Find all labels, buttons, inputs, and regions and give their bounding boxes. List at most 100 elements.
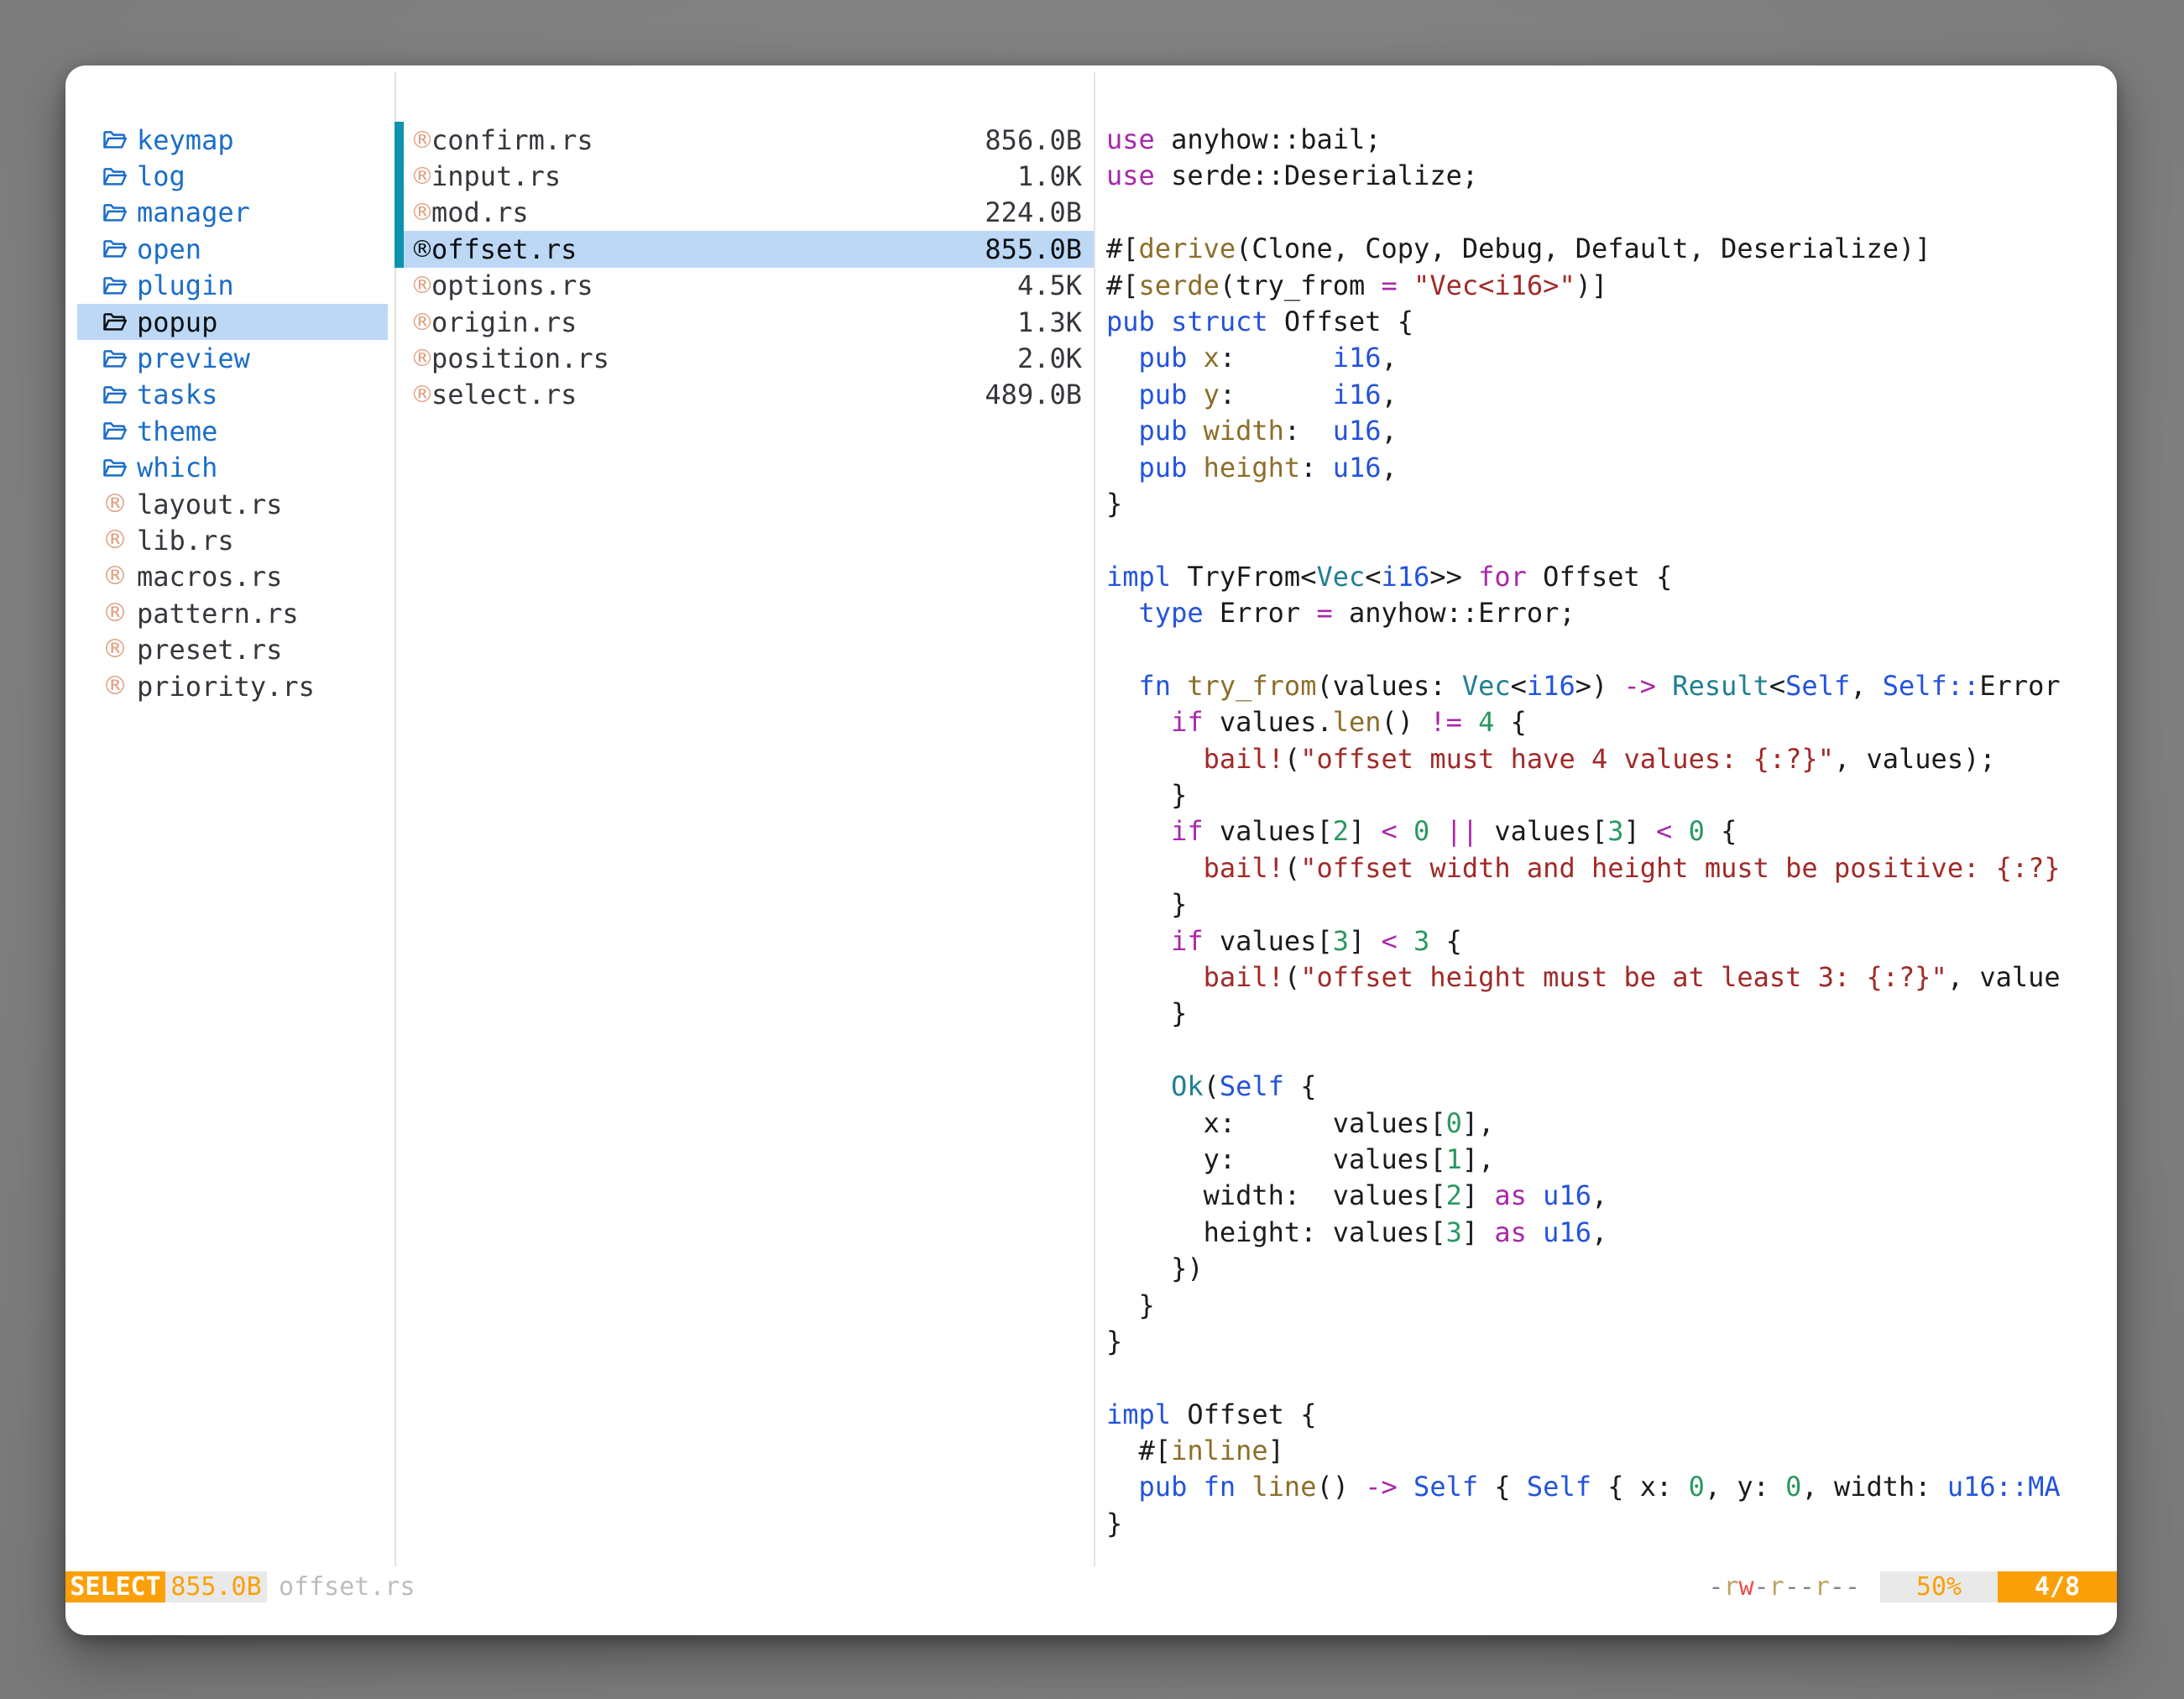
sidebar-item-which[interactable]: which [77, 450, 388, 486]
code-line: } [1106, 1506, 2107, 1542]
code-line: Ok(Self { [1106, 1069, 2107, 1105]
rust-file-icon: ® [410, 201, 431, 224]
folder-icon [102, 238, 137, 259]
cursor-position-badge: 4/8 [1998, 1571, 2117, 1602]
mode-badge: SELECT [65, 1571, 165, 1602]
sidebar-item-preset-rs[interactable]: ®preset.rs [77, 631, 388, 667]
rust-file-icon: ® [410, 274, 431, 297]
code-line: use serde::Deserialize; [1106, 158, 2107, 194]
sidebar-item-label: preset.rs [137, 634, 282, 666]
file-row-select-rs[interactable]: ®select.rs489.0B [404, 377, 1094, 413]
file-row-offset-rs[interactable]: ®offset.rs855.0B [404, 231, 1094, 267]
folder-icon [102, 421, 137, 442]
code-line: }) [1106, 1251, 2107, 1287]
folder-icon [102, 311, 137, 332]
code-line: pub x: i16, [1106, 340, 2107, 376]
pane-divider-right [1094, 72, 1095, 1566]
sidebar-item-preview[interactable]: preview [77, 340, 388, 376]
file-row-origin-rs[interactable]: ®origin.rs1.3K [404, 304, 1094, 340]
file-size: 856.0B [985, 124, 1082, 156]
folder-icon [102, 457, 137, 478]
code-line: pub y: i16, [1106, 377, 2107, 413]
code-line: #[inline] [1106, 1433, 2107, 1469]
code-line: bail!("offset height must be at least 3:… [1106, 959, 2107, 996]
sidebar-item-open[interactable]: open [77, 231, 388, 267]
file-name: input.rs [431, 160, 561, 192]
sidebar-item-label: which [137, 452, 217, 484]
file-size: 4.5K [1017, 269, 1082, 301]
sidebar-item-popup[interactable]: popup [77, 304, 388, 340]
scroll-percent-badge: 50% [1880, 1571, 1998, 1602]
current-pane: ®confirm.rs856.0B®input.rs1.0K®mod.rs224… [404, 122, 1094, 413]
code-line: pub height: u16, [1106, 450, 2107, 486]
rust-file-icon: ® [410, 347, 431, 370]
code-line: } [1106, 1324, 2107, 1360]
sidebar-item-plugin[interactable]: plugin [77, 268, 388, 304]
code-line [1106, 195, 2107, 231]
folder-icon [102, 384, 137, 405]
code-line: use anyhow::bail; [1106, 122, 2107, 158]
pane-divider-left [394, 72, 396, 1566]
folder-icon [102, 348, 137, 369]
folder-icon [102, 166, 137, 187]
desktop: { "colors": { "orange": "#fba008", "sele… [0, 0, 2184, 1699]
file-size: 224.0B [985, 196, 1082, 228]
sidebar-item-label: macros.rs [137, 561, 282, 593]
scrollbar-indicator[interactable] [394, 122, 404, 268]
file-row-position-rs[interactable]: ®position.rs2.0K [404, 340, 1094, 376]
file-row-options-rs[interactable]: ®options.rs 4.5K [404, 268, 1094, 304]
folder-icon [102, 129, 137, 150]
file-row-confirm-rs[interactable]: ®confirm.rs 856.0B [404, 122, 1094, 158]
code-line: } [1106, 777, 2107, 813]
code-line: pub struct Offset { [1106, 304, 2107, 340]
sidebar-item-tasks[interactable]: tasks [77, 377, 388, 413]
sidebar-item-label: open [137, 233, 201, 265]
file-manager-window: keymaplog manager open pluginpopuppreviewta… [65, 65, 2117, 1635]
rust-file-icon: ® [102, 528, 137, 553]
sidebar-item-theme[interactable]: theme [77, 413, 388, 449]
sidebar-item-layout-rs[interactable]: ®layout.rs [77, 486, 388, 522]
rust-file-icon: ® [410, 128, 431, 152]
rust-file-icon: ® [102, 564, 137, 589]
file-size: 2.0K [1017, 342, 1082, 374]
sidebar-item-keymap[interactable]: keymap [77, 122, 388, 158]
preview-pane: use anyhow::bail;use serde::Deserialize;… [1106, 122, 2107, 1542]
code-line: #[serde(try_from = "Vec<i16>")] [1106, 268, 2107, 304]
code-line: pub width: u16, [1106, 413, 2107, 449]
sidebar-item-label: theme [137, 416, 217, 447]
sidebar-item-label: manager [137, 196, 250, 228]
code-line: bail!("offset must have 4 values: {:?}",… [1106, 741, 2107, 777]
sidebar-item-pattern-rs[interactable]: ®pattern.rs [77, 595, 388, 631]
rust-file-icon: ® [410, 165, 431, 188]
folder-icon [102, 275, 137, 296]
sidebar-item-label: priority.rs [137, 671, 315, 703]
file-name: confirm.rs [431, 124, 593, 156]
sidebar-item-priority-rs[interactable]: ®priority.rs [77, 668, 388, 704]
file-name: offset.rs [431, 233, 577, 265]
file-size: 1.0K [1017, 160, 1082, 192]
code-line: pub fn line() -> Self { Self { x: 0, y: … [1106, 1469, 2107, 1505]
code-line: } [1106, 996, 2107, 1032]
sidebar-item-label: plugin [137, 269, 234, 301]
sidebar-item-label: log [137, 160, 185, 192]
file-name: options.rs [431, 269, 593, 301]
sidebar-item-label: layout.rs [137, 489, 282, 520]
file-name: mod.rs [431, 196, 529, 228]
hovered-file-name: offset.rs [279, 1571, 415, 1602]
file-name: origin.rs [431, 306, 577, 338]
sidebar-item-lib-rs[interactable]: ®lib.rs [77, 522, 388, 558]
file-row-input-rs[interactable]: ®input.rs 1.0K [404, 158, 1094, 194]
code-line: fn try_from(values: Vec<i16>) -> Result<… [1106, 668, 2107, 704]
folder-icon [102, 202, 137, 223]
sidebar-item-log[interactable]: log [77, 158, 388, 194]
code-line: if values[3] < 3 { [1106, 923, 2107, 959]
sidebar-item-manager[interactable]: manager [77, 195, 388, 231]
file-row-mod-rs[interactable]: ®mod.rs 224.0B [404, 195, 1094, 231]
permissions-text: -rw-r--r-- [1708, 1571, 1860, 1602]
code-line: impl Offset { [1106, 1397, 2107, 1433]
code-line: } [1106, 486, 2107, 522]
code-line: if values.len() != 4 { [1106, 704, 2107, 740]
code-line: x: values[0], [1106, 1106, 2107, 1142]
sidebar-item-macros-rs[interactable]: ®macros.rs [77, 559, 388, 595]
file-size: 489.0B [985, 379, 1082, 410]
